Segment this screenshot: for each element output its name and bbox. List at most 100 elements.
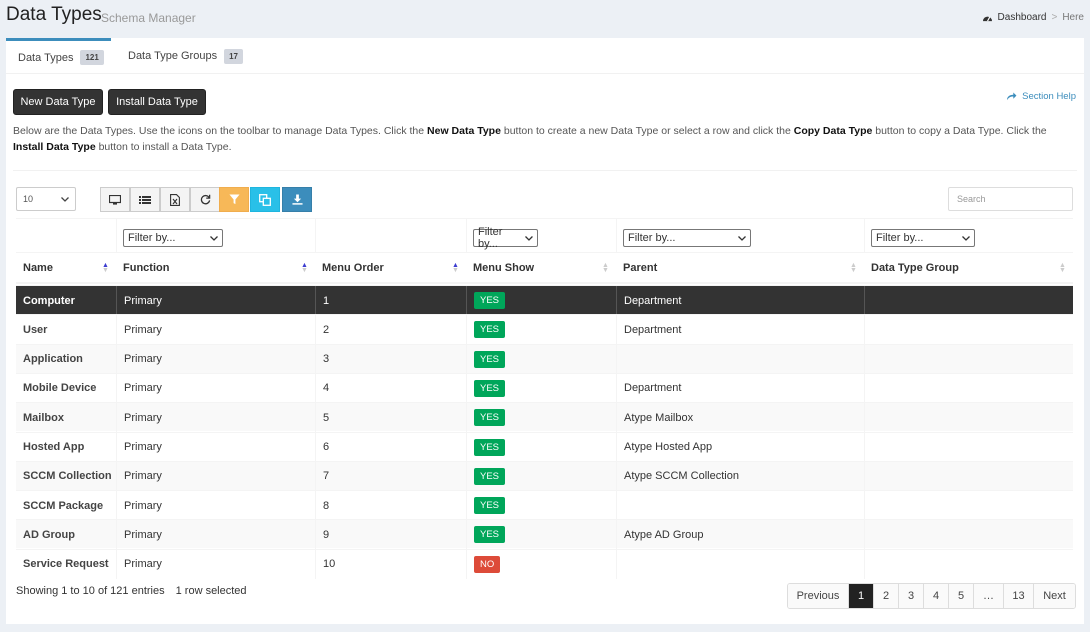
- cell-parent: [616, 491, 864, 521]
- table-row[interactable]: SCCM Package Primary 8 YES: [16, 490, 1073, 521]
- page-title: Data Types: [6, 4, 102, 25]
- column-header-function[interactable]: Function ▲ ▼: [116, 253, 315, 283]
- column-header-label: Menu Show: [473, 262, 535, 274]
- table-row[interactable]: Mailbox Primary 5 YES Atype Mailbox: [16, 402, 1073, 433]
- cell-show: YES: [466, 403, 616, 433]
- cell-show: YES: [466, 373, 616, 403]
- cell-show: YES: [466, 286, 616, 315]
- table-row[interactable]: Application Primary 3 YES: [16, 343, 1073, 374]
- sort-icon: ▲ ▼: [452, 262, 459, 274]
- column-header-label: Data Type Group: [871, 262, 959, 274]
- cell-parent: Department: [616, 315, 864, 345]
- cell-function: Primary: [116, 344, 315, 374]
- page-button[interactable]: 4: [923, 584, 948, 608]
- next-page-button[interactable]: Next: [1033, 584, 1075, 608]
- chevron-down-icon: [738, 235, 746, 241]
- tab-label: Data Type Groups: [128, 50, 218, 62]
- cell-order: 2: [315, 315, 466, 345]
- list-view-button[interactable]: [130, 187, 160, 212]
- column-header-menu-order[interactable]: Menu Order ▲ ▼: [315, 253, 466, 283]
- table-row[interactable]: Mobile Device Primary 4 YES Department: [16, 372, 1073, 403]
- page-button[interactable]: 1: [848, 584, 873, 608]
- section-help-link[interactable]: Section Help: [1006, 91, 1076, 102]
- table-row[interactable]: AD Group Primary 9 YES Atype AD Group: [16, 519, 1073, 550]
- filter-placeholder: Filter by...: [876, 232, 924, 244]
- page-button[interactable]: 2: [873, 584, 898, 608]
- search-input[interactable]: Search: [948, 187, 1073, 211]
- column-divider: [116, 219, 117, 253]
- table-row[interactable]: Hosted App Primary 6 YES Atype Hosted App: [16, 431, 1073, 462]
- cell-name: User: [23, 323, 48, 336]
- tab-data-types[interactable]: Data Types 121: [6, 38, 111, 74]
- menu-show-badge: YES: [474, 526, 506, 544]
- filter-placeholder: Filter by...: [128, 232, 176, 244]
- display-columns-button[interactable]: [100, 187, 130, 212]
- column-header-data-type-group[interactable]: Data Type Group ▲ ▼: [864, 253, 1073, 283]
- menu-show-badge: YES: [474, 350, 506, 368]
- export-excel-button[interactable]: [160, 187, 190, 212]
- cell-parent: Department: [616, 286, 864, 315]
- cell-function: Primary: [116, 315, 315, 345]
- column-divider: [864, 219, 865, 253]
- share-icon: [1007, 92, 1017, 101]
- cell-group: [864, 286, 1073, 315]
- breadcrumb-dashboard[interactable]: Dashboard: [998, 12, 1047, 23]
- column-divider: [315, 219, 316, 253]
- page-button[interactable]: 3: [898, 584, 923, 608]
- cell-name: Service Request: [23, 558, 109, 571]
- menu-show-badge: YES: [474, 379, 506, 397]
- table-row[interactable]: User Primary 2 YES Department: [16, 314, 1073, 345]
- cell-function: Primary: [116, 520, 315, 550]
- function-filter-select[interactable]: Filter by...: [123, 229, 223, 247]
- table-row[interactable]: Computer Primary 1 YES Department: [16, 285, 1073, 315]
- sort-icon: ▲ ▼: [602, 262, 609, 274]
- data-type-group-filter-select[interactable]: Filter by...: [871, 229, 975, 247]
- cell-show: YES: [466, 432, 616, 462]
- cell-group: [864, 403, 1073, 433]
- desc-text: Below are the Data Types. Use the icons …: [13, 125, 428, 137]
- cell-show: YES: [466, 520, 616, 550]
- desc-bold: New Data Type: [427, 125, 501, 137]
- sort-icon: ▲ ▼: [301, 262, 308, 274]
- page-button[interactable]: 5: [948, 584, 973, 608]
- column-header-name[interactable]: Name ▲ ▼: [16, 253, 116, 283]
- download-icon: [291, 194, 303, 205]
- download-button[interactable]: [282, 187, 312, 212]
- menu-show-badge: YES: [474, 321, 506, 339]
- column-header-parent[interactable]: Parent ▲ ▼: [616, 253, 864, 283]
- page-size-select[interactable]: 10: [16, 187, 76, 211]
- table-row[interactable]: SCCM Collection Primary 7 YES Atype SCCM Col…: [16, 460, 1073, 491]
- column-header-menu-show[interactable]: Menu Show ▲ ▼: [466, 253, 616, 283]
- menu-show-filter-select[interactable]: Filter by...: [473, 226, 538, 250]
- parent-filter-select[interactable]: Filter by...: [623, 229, 751, 247]
- sort-icon: ▲ ▼: [102, 262, 109, 274]
- filter-button[interactable]: [219, 187, 249, 212]
- cell-group: [864, 432, 1073, 462]
- tab-label: Data Types: [18, 51, 74, 64]
- desc-text: button to install a Data Type.: [95, 141, 232, 153]
- dashboard-icon: [982, 16, 992, 22]
- cell-group: [864, 520, 1073, 550]
- cell-name: SCCM Package: [23, 499, 104, 512]
- page-button[interactable]: 13: [1003, 584, 1033, 608]
- cell-order: 6: [315, 432, 466, 462]
- copy-data-type-button[interactable]: [250, 187, 280, 212]
- pagination: Previous 1 2 3 4 5… 13 Next: [787, 583, 1076, 609]
- cell-name: SCCM Collection: [23, 470, 112, 483]
- chevron-down-icon: [962, 235, 970, 241]
- main-panel: Data Types 121 Data Type Groups 17 New D…: [6, 38, 1084, 624]
- new-data-type-button[interactable]: New Data Type: [13, 89, 103, 115]
- table-row[interactable]: Service Request Primary 10 NO: [16, 548, 1073, 579]
- cell-group: [864, 461, 1073, 491]
- refresh-button[interactable]: [190, 187, 220, 212]
- cell-name: Computer: [23, 294, 75, 307]
- install-data-type-button[interactable]: Install Data Type: [108, 89, 206, 115]
- cell-function: Primary: [116, 432, 315, 462]
- column-header-label: Name: [23, 262, 53, 274]
- breadcrumb: Dashboard > Here: [982, 12, 1084, 23]
- previous-page-button[interactable]: Previous: [788, 584, 848, 608]
- section-help-label: Section Help: [1022, 91, 1076, 102]
- tab-data-type-groups[interactable]: Data Type Groups 17: [128, 38, 243, 74]
- refresh-icon: [200, 194, 210, 205]
- sort-icon: ▲ ▼: [850, 262, 857, 274]
